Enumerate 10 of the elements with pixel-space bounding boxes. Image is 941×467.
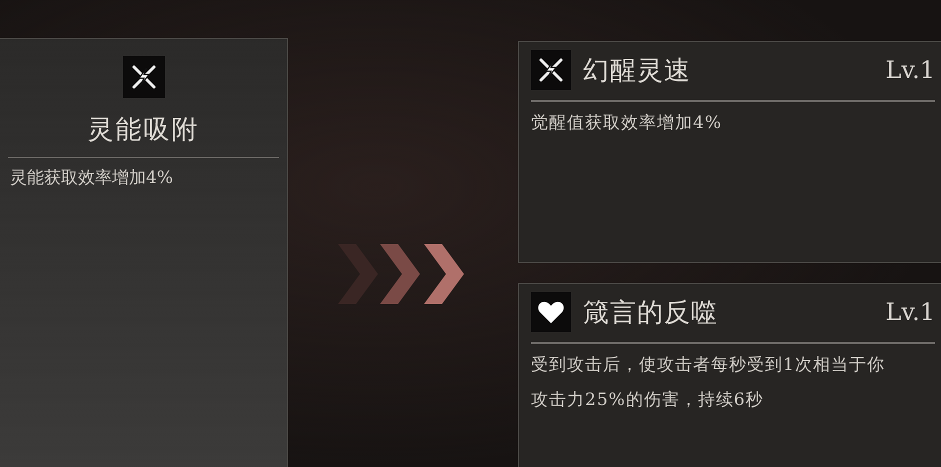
- skill-name: 箴言的反噬: [583, 296, 719, 330]
- skill-option-card[interactable]: 幻醒灵速 Lv.1 觉醒值获取效率增加4%: [518, 41, 941, 263]
- skill-level: Lv.1: [885, 56, 935, 84]
- skill-description: 觉醒值获取效率增加4%: [531, 112, 723, 135]
- skill-level: Lv.1: [885, 298, 935, 326]
- skill-description: 灵能获取效率增加4%: [9, 167, 173, 189]
- skill-option-card[interactable]: 箴言的反噬 Lv.1 受到攻击后，使攻击者每秒受到1次相当于你攻击力25%的伤害，持续6秒: [518, 283, 941, 467]
- skill-description: 受到攻击后，使攻击者每秒受到1次相当于你攻击力25%的伤害，持续6秒: [531, 354, 886, 412]
- skill-name: 幻醒灵速: [583, 54, 692, 88]
- skill-name: 灵能吸附: [88, 114, 200, 147]
